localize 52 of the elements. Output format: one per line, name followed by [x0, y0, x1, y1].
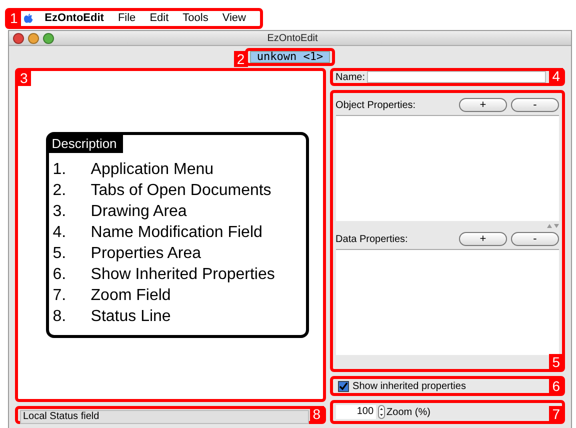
- list-number: 4.: [52, 223, 68, 243]
- callout-number: 1: [7, 10, 21, 26]
- menu-item[interactable]: View: [222, 12, 246, 24]
- callout-number: 3: [17, 70, 31, 86]
- list-number: 5.: [52, 244, 68, 264]
- remove-button[interactable]: -: [511, 232, 559, 246]
- callout-number: 8: [310, 406, 324, 422]
- checkbox-label: Show inherited properties: [352, 380, 466, 392]
- callout-number: 6: [549, 378, 563, 394]
- document-tab[interactable]: unkown <1>: [250, 51, 330, 63]
- zoom-button[interactable]: [43, 32, 54, 44]
- description-item: Status Line: [90, 307, 171, 327]
- description-item: Properties Area: [90, 244, 202, 264]
- list-number: 8.: [52, 307, 68, 327]
- list-number: 6.: [52, 265, 68, 285]
- section-label: Object Properties:: [336, 100, 416, 110]
- description-item: Application Menu: [90, 160, 214, 180]
- window-title: EzOntoEdit: [266, 32, 319, 44]
- description-item: Drawing Area: [90, 202, 187, 222]
- name-label: Name:: [336, 72, 365, 82]
- minimize-button[interactable]: [28, 32, 39, 44]
- list-number: 7.: [52, 286, 68, 306]
- name-field[interactable]: [367, 71, 546, 83]
- description-item: Name Modification Field: [90, 223, 262, 243]
- callout-number: 5: [549, 354, 563, 370]
- callout-number: 7: [549, 406, 563, 422]
- drawing-area[interactable]: 3 Description 1. Application Menu 2. Tabs of Open Documents 3. Drawing Area 4. Name Modification Field 5. Properties Area 6. Show Inherited Properties 7. Zoom Field 8. Status Line: [15, 68, 326, 402]
- checkbox[interactable]: [338, 380, 349, 392]
- menu-item[interactable]: Tools: [182, 12, 208, 24]
- zoom-field[interactable]: 100: [336, 405, 376, 419]
- status-field: Local Status field: [20, 410, 309, 424]
- section-label: Data Properties:: [336, 234, 408, 244]
- add-button[interactable]: +: [459, 98, 507, 112]
- list-number: 2.: [52, 181, 68, 201]
- menu-item[interactable]: File: [118, 12, 136, 24]
- remove-button[interactable]: -: [511, 98, 559, 112]
- list-number: 3.: [52, 202, 68, 222]
- callout-number: 2: [234, 51, 248, 67]
- description-title: Description: [48, 135, 123, 153]
- stepper-icon[interactable]: [378, 405, 385, 419]
- description-item: Tabs of Open Documents: [90, 181, 272, 201]
- close-button[interactable]: [13, 32, 24, 44]
- description-item: Show Inherited Properties: [90, 265, 275, 285]
- list-number: 1.: [52, 160, 68, 180]
- apple-icon[interactable]: [24, 12, 33, 24]
- splitter-arrows-icon[interactable]: [547, 222, 559, 228]
- description-item: Zoom Field: [90, 286, 171, 306]
- zoom-label: Zoom (%): [386, 406, 430, 418]
- app-menu[interactable]: EzOntoEdit: [44, 12, 104, 24]
- add-button[interactable]: +: [459, 232, 507, 246]
- callout-number: 4: [549, 68, 563, 84]
- menu-item[interactable]: Edit: [150, 12, 169, 24]
